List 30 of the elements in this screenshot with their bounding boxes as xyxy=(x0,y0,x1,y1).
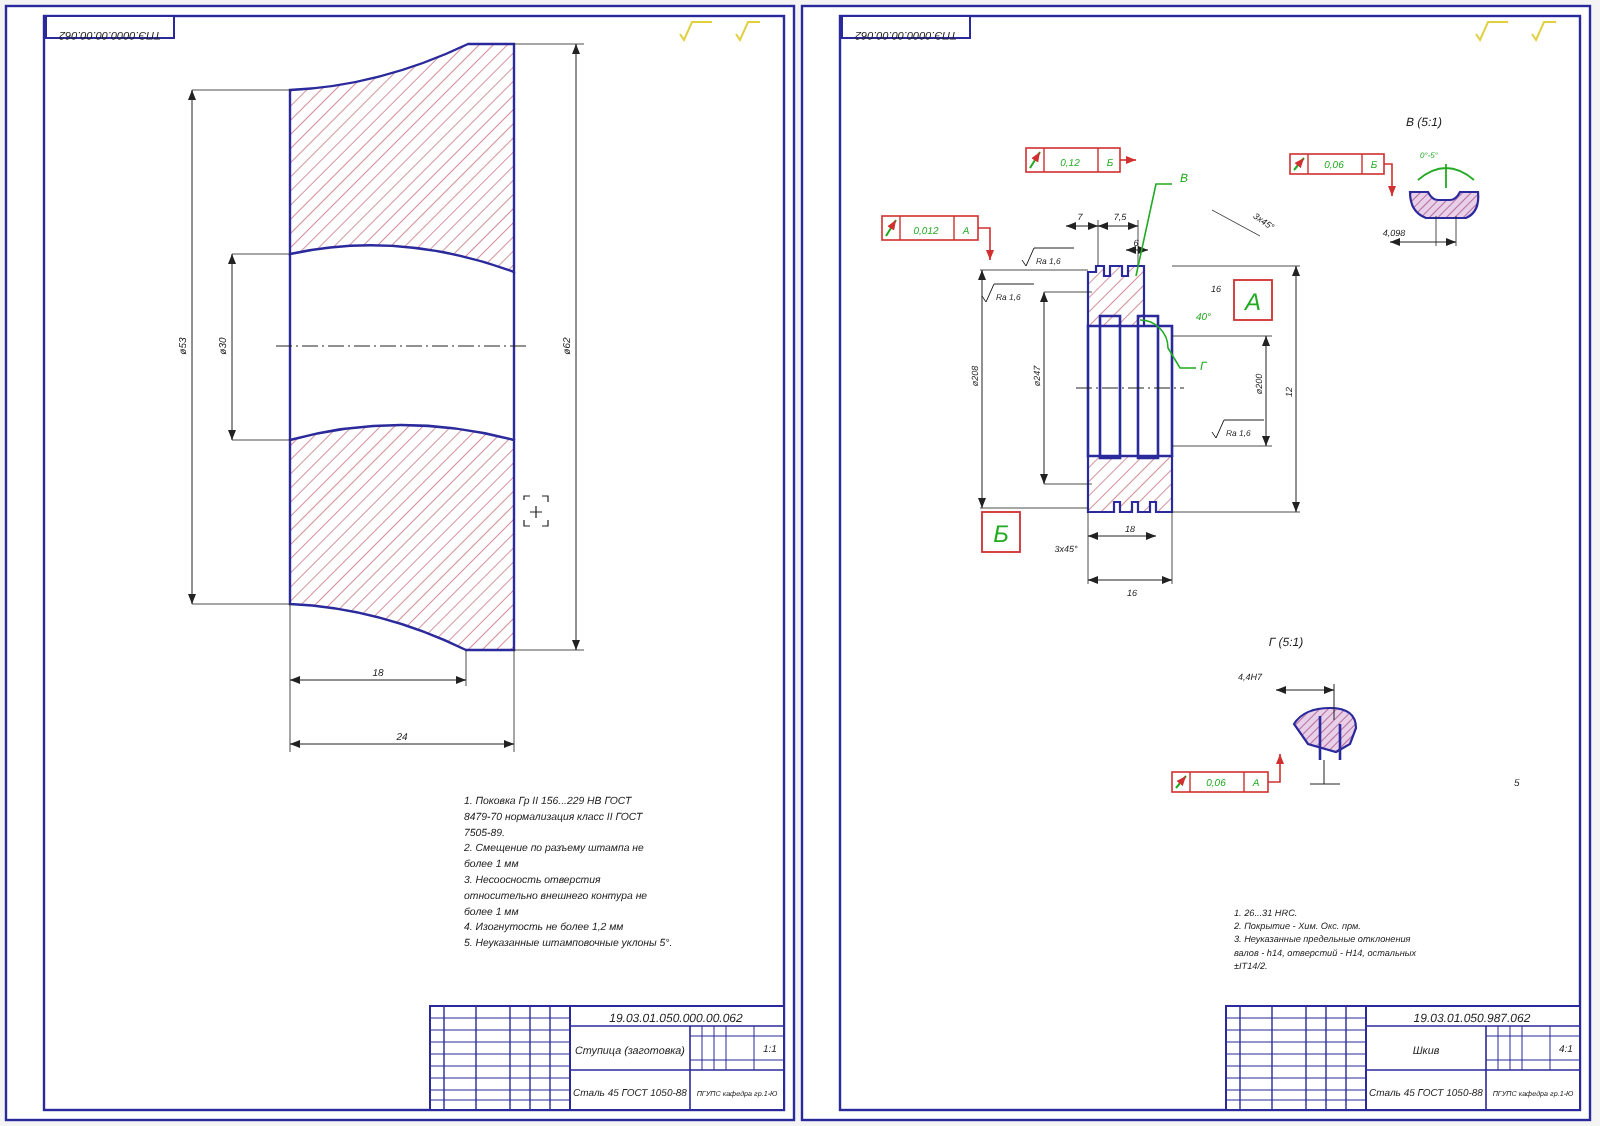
section-view-drawing xyxy=(1292,683,1358,785)
tolerance-frame xyxy=(1171,771,1269,793)
roughness-sign-icon xyxy=(679,21,761,43)
tolerance-frame xyxy=(1025,147,1121,173)
runout-symbol-icon xyxy=(1293,157,1305,171)
datum-box xyxy=(981,511,1021,553)
leader-line xyxy=(1383,163,1396,197)
tolerance-frame xyxy=(1289,153,1385,175)
datum-letter: Б xyxy=(993,520,1009,548)
runout-symbol-icon xyxy=(885,219,897,237)
leader-line xyxy=(1267,753,1284,783)
cursor-crosshair-icon xyxy=(523,495,549,527)
runout-symbol-icon xyxy=(1029,151,1041,169)
section-hatched-area xyxy=(1086,264,1146,328)
roughness-sign-icon xyxy=(981,283,1035,303)
datum-letter: А xyxy=(1245,288,1261,316)
roughness-sign-icon xyxy=(1475,21,1557,43)
dimension-line xyxy=(1275,686,1335,694)
section-hatched-area xyxy=(1086,454,1174,514)
tolerance-frame xyxy=(881,215,979,241)
section-view-drawing xyxy=(1408,190,1480,247)
leader-line xyxy=(977,227,994,261)
roughness-sign-icon xyxy=(1211,419,1265,439)
stamp-box xyxy=(841,15,971,39)
datum-box xyxy=(1233,279,1273,321)
angle-marker-icon xyxy=(1417,163,1475,189)
leader-line xyxy=(1119,156,1137,164)
stamp-box xyxy=(45,15,175,39)
dimension-line xyxy=(1389,238,1457,246)
runout-symbol-icon xyxy=(1175,775,1187,789)
